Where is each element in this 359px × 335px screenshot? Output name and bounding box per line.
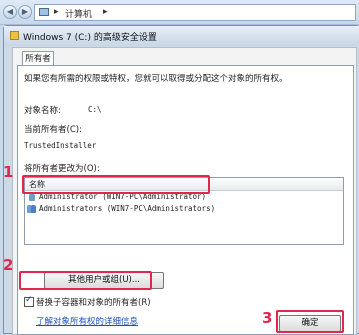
replace-owner-label[interactable]: 替换子容器和对象的所有者(R) xyxy=(36,296,151,308)
folder-lock-icon xyxy=(10,31,19,40)
back-arrow-icon: ◀ xyxy=(6,7,14,16)
step-marker-2: 2 xyxy=(3,256,14,274)
list-item[interactable]: Administrators (WIN7-PC\Administrators) xyxy=(25,203,343,215)
step-marker-1: 1 xyxy=(3,163,14,181)
change-owner-label: 将所有者更改为(O): xyxy=(24,164,100,174)
tab-owner[interactable]: 所有者 xyxy=(22,51,54,66)
back-button[interactable]: ◀ xyxy=(3,5,17,19)
breadcrumb-separator-icon[interactable]: ▸ xyxy=(103,7,108,17)
annotation-box-3 xyxy=(276,310,344,333)
dialog-title-bar[interactable]: Windows 7 (C:) 的高级安全设置 xyxy=(4,26,359,46)
annotation-box-1 xyxy=(22,175,210,194)
step-marker-3: 3 xyxy=(262,309,273,327)
help-link[interactable]: 了解对象所有权的详细信息 xyxy=(36,315,138,327)
forward-arrow-icon: ▶ xyxy=(21,7,29,16)
address-field[interactable]: ▸ 计算机 ▸ xyxy=(34,4,356,21)
current-owner-value: TrustedInstaller xyxy=(24,141,97,150)
object-name-label: 对象名称: xyxy=(24,106,61,116)
breadcrumb-separator-icon[interactable]: ▸ xyxy=(54,7,59,17)
user-icon xyxy=(29,193,35,201)
user-group-icon xyxy=(27,205,36,213)
breadcrumb-computer[interactable]: 计算机 xyxy=(65,7,92,20)
owner-tab-panel: 如果您有所需的权限或特权，您就可以取得或分配这个对象的所有权。 对象名称: C:… xyxy=(17,65,354,335)
intro-text: 如果您有所需的权限或特权，您就可以取得或分配这个对象的所有权。 xyxy=(24,74,288,84)
current-owner-label: 当前所有者(C): xyxy=(24,125,82,135)
annotation-box-2 xyxy=(19,271,152,290)
owner-administrators: Administrators (WIN7-PC\Administrators) xyxy=(39,204,216,213)
dialog-title: Windows 7 (C:) 的高级安全设置 xyxy=(23,33,157,43)
explorer-address-bar: ◀ ▶ ▸ 计算机 ▸ xyxy=(0,0,359,25)
forward-button[interactable]: ▶ xyxy=(18,5,32,19)
object-name-value: C:\ xyxy=(88,105,102,114)
computer-icon xyxy=(39,8,49,16)
replace-owner-checkbox[interactable] xyxy=(24,295,34,307)
